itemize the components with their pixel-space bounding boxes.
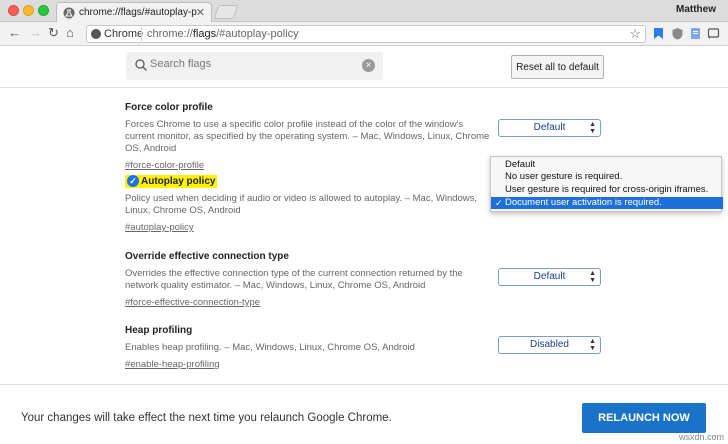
experiment-title: Heap profiling [125, 325, 193, 336]
dropdown-option-selected[interactable]: ✓ Document user activation is required. [491, 197, 723, 209]
new-tab-button[interactable] [213, 5, 239, 19]
window-close-button[interactable] [8, 5, 19, 16]
flask-icon [63, 7, 75, 19]
relaunch-now-button[interactable]: RELAUNCH NOW [582, 403, 706, 433]
experiment-force-color-profile: Force color profile Forces Chrome to use… [125, 102, 495, 173]
back-arrow-icon[interactable]: ← [8, 26, 21, 40]
home-icon[interactable]: ⌂ [66, 26, 74, 40]
shield-extension-icon[interactable] [671, 27, 684, 40]
heap-profiling-select[interactable]: Disabled ▲ ▼ [498, 336, 601, 354]
experiment-description: Policy used when deciding if audio or vi… [125, 193, 478, 216]
cast-icon[interactable] [707, 27, 720, 40]
experiment-heap-profiling: Heap profiling Enables heap profiling. –… [125, 325, 495, 372]
title-bar: chrome://flags/#autoplay-polic ✕ Matthew [0, 0, 728, 23]
url-divider [141, 27, 142, 41]
browser-toolbar: ← → ↻ ⌂ Chrome chrome://flags/#autoplay-… [0, 22, 728, 46]
select-arrows-icon: ▲ ▼ [589, 338, 596, 352]
forward-arrow-icon[interactable]: → [29, 26, 42, 40]
search-box[interactable]: × [126, 52, 383, 80]
connection-type-select[interactable]: Default ▲ ▼ [498, 268, 601, 286]
dropdown-option[interactable]: User gesture is required for cross-origi… [491, 184, 723, 196]
search-icon [135, 59, 148, 72]
experiment-title: Override effective connection type [125, 251, 289, 262]
site-chip-label: Chrome [104, 28, 144, 40]
experiment-title: Force color profile [125, 102, 213, 113]
selected-check-icon: ✓ [495, 198, 503, 208]
tab-close-icon[interactable]: ✕ [196, 6, 205, 19]
experiment-link[interactable]: #enable-heap-profiling [125, 359, 220, 370]
chrome-info-icon[interactable] [91, 29, 101, 39]
experiment-override-connection-type: Override effective connection type Overr… [125, 251, 495, 310]
highlighted-title: ✓ Autoplay policy [125, 175, 218, 188]
address-bar[interactable]: Chrome chrome://flags/#autoplay-policy ☆ [86, 25, 646, 43]
watermark: wsxdn.com [678, 432, 724, 442]
bookmark-extension-icon[interactable] [652, 27, 665, 40]
experiment-description: Overrides the effective connection type … [125, 268, 463, 291]
experiment-autoplay-policy: ✓ Autoplay policy Policy used when decidi… [125, 175, 495, 235]
relaunch-bar: Your changes will take effect the next t… [0, 384, 728, 444]
experiment-link[interactable]: #force-color-profile [125, 160, 204, 171]
select-value: Default [533, 271, 566, 282]
bookmark-star-icon[interactable]: ☆ [629, 26, 641, 42]
checkmark-icon: ✓ [127, 175, 139, 187]
docs-extension-icon[interactable] [689, 27, 702, 40]
experiment-description: Enables heap profiling. – Mac, Windows, … [125, 342, 415, 353]
autoplay-policy-dropdown[interactable]: Default No user gesture is required. Use… [490, 156, 723, 212]
select-arrows-icon: ▲ ▼ [589, 121, 596, 135]
flags-header: × Reset all to default [0, 46, 728, 88]
select-arrows-icon: ▲ ▼ [589, 270, 596, 284]
dropdown-option[interactable]: Default [491, 159, 723, 171]
search-input[interactable] [150, 58, 350, 70]
select-value: Default [533, 122, 566, 133]
profile-name[interactable]: Matthew [676, 4, 716, 15]
url-text[interactable]: chrome://flags/#autoplay-policy [147, 28, 299, 40]
experiment-link[interactable]: #autoplay-policy [125, 222, 194, 233]
window-minimize-button[interactable] [23, 5, 34, 16]
experiment-title: ✓ Autoplay policy [125, 175, 495, 189]
reload-icon[interactable]: ↻ [48, 26, 59, 40]
force-color-profile-select[interactable]: Default ▲ ▼ [498, 119, 601, 137]
select-value: Disabled [530, 339, 569, 350]
browser-tab[interactable]: chrome://flags/#autoplay-polic ✕ [56, 2, 212, 23]
dropdown-option[interactable]: No user gesture is required. [491, 171, 723, 183]
tab-title: chrome://flags/#autoplay-polic [79, 7, 197, 18]
clear-search-icon[interactable]: × [362, 59, 375, 72]
relaunch-message: Your changes will take effect the next t… [21, 412, 392, 424]
experiment-link[interactable]: #force-effective-connection-type [125, 297, 260, 308]
window-maximize-button[interactable] [38, 5, 49, 16]
experiment-description: Forces Chrome to use a specific color pr… [125, 119, 490, 154]
reset-all-button[interactable]: Reset all to default [511, 55, 604, 79]
